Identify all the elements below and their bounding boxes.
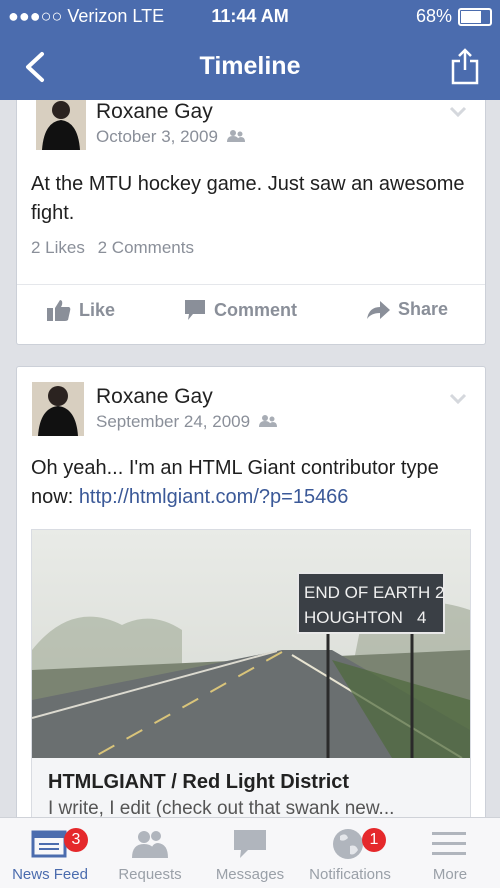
post-actions: Like Comment Share (17, 299, 485, 329)
friends-privacy-icon (226, 130, 245, 142)
tab-label: Messages (215, 866, 285, 883)
thumbs-up-icon (47, 300, 71, 321)
battery-icon (458, 7, 492, 26)
battery-percent: 68% (415, 6, 452, 26)
divider (17, 284, 485, 285)
tab-messages[interactable]: Messages (200, 818, 300, 888)
share-icon[interactable] (450, 46, 480, 86)
share-label: Share (398, 299, 449, 319)
messages-icon (234, 830, 266, 858)
post-options-chevron-icon[interactable] (449, 393, 467, 405)
friends-privacy-icon (258, 415, 277, 427)
post-card: Roxane Gay October 3, 2009 At the MTU ho… (16, 100, 486, 345)
link-preview-image: END OF EARTH 2 HOUGHTON 4 (32, 530, 470, 758)
tab-bar: 3 News Feed Requests Messages 1 Notifica… (0, 817, 500, 888)
page-title: Timeline (199, 52, 301, 80)
post-date[interactable]: September 24, 2009 (96, 412, 277, 432)
requests-icon (132, 831, 168, 858)
notifications-badge: 1 (362, 828, 386, 852)
post-text: At the MTU hockey game. Just saw an awes… (31, 173, 465, 224)
likes-count[interactable]: 2 Likes (31, 238, 85, 257)
post-card: Roxane Gay September 24, 2009 Oh yeah...… (16, 366, 486, 831)
comments-count[interactable]: 2 Comments (98, 238, 194, 257)
share-arrow-icon (367, 300, 390, 319)
post-author[interactable]: Roxane Gay (96, 385, 213, 409)
link-preview-title: HTMLGIANT / Red Light District (48, 771, 350, 793)
tab-label: News Feed (12, 866, 88, 883)
post-counts: 2 Likes 2 Comments (31, 238, 202, 258)
tab-label: Notifications (309, 866, 391, 883)
like-label: Like (79, 299, 116, 320)
comment-label: Comment (214, 299, 298, 320)
post-text: Oh yeah... I'm an HTML Giant contributor… (31, 454, 471, 512)
nav-bar: Timeline (0, 34, 500, 100)
like-button[interactable]: Like (47, 299, 115, 321)
avatar[interactable] (36, 100, 86, 150)
status-bar: ●●●○○ Verizon LTE 11:44 AM 68% (0, 0, 500, 34)
tab-requests[interactable]: Requests (100, 818, 200, 888)
link-preview[interactable]: END OF EARTH 2 HOUGHTON 4 HTMLGIANT / Re… (31, 529, 471, 831)
tab-more[interactable]: More (400, 818, 500, 888)
share-button[interactable]: Share (366, 299, 448, 320)
sign-line-2: HOUGHTON 4 (304, 608, 426, 627)
avatar[interactable] (32, 382, 84, 436)
comment-icon (185, 300, 205, 320)
sign-line-1: END OF EARTH 2 (304, 583, 444, 602)
tab-news-feed[interactable]: 3 News Feed (0, 818, 100, 888)
post-options-chevron-icon[interactable] (449, 106, 467, 118)
post-date-text: September 24, 2009 (96, 412, 251, 431)
post-date[interactable]: October 3, 2009 (96, 127, 245, 147)
post-date-text: October 3, 2009 (96, 127, 218, 146)
news-feed-badge: 3 (64, 828, 88, 852)
battery-indicator: 68% (416, 6, 492, 27)
post-link[interactable]: http://htmlgiant.com/?p=15466 (79, 486, 349, 508)
tab-label: Requests (118, 866, 182, 883)
menu-icon (432, 832, 466, 855)
post-author[interactable]: Roxane Gay (96, 100, 213, 124)
tab-label: More (432, 866, 468, 883)
tab-notifications[interactable]: 1 Notifications (300, 818, 400, 888)
comment-button[interactable]: Comment (184, 299, 297, 321)
